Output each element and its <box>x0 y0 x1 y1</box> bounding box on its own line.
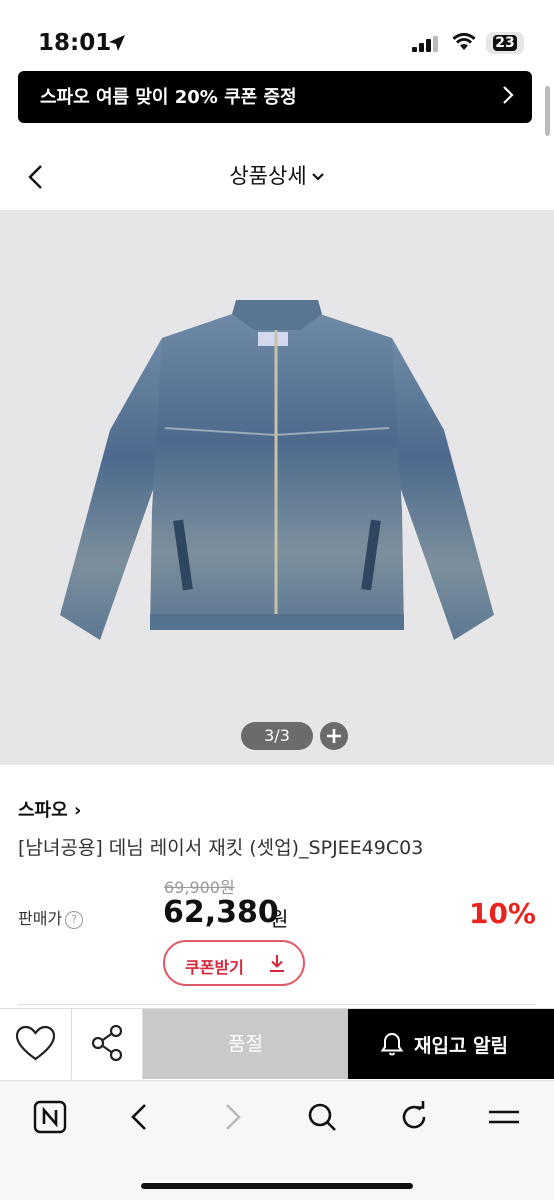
download-icon <box>270 955 284 972</box>
forward-arrow-icon[interactable] <box>214 1099 250 1135</box>
refresh-icon[interactable] <box>396 1099 432 1135</box>
back-arrow-icon[interactable] <box>122 1099 158 1135</box>
plus-icon <box>327 729 341 743</box>
home-indicator[interactable] <box>141 1183 413 1189</box>
browser-toolbar <box>0 1080 554 1151</box>
battery-level: 23 <box>493 35 517 51</box>
bell-icon <box>380 1032 404 1056</box>
page-title[interactable]: 상품상세 <box>0 160 554 190</box>
heart-icon <box>15 1025 56 1061</box>
wishlist-button[interactable] <box>0 1009 72 1079</box>
menu-icon[interactable] <box>486 1099 522 1135</box>
signal-icon <box>412 36 438 52</box>
divider <box>18 1004 536 1005</box>
search-icon[interactable] <box>304 1099 340 1135</box>
image-pager: 3/3 <box>241 722 313 750</box>
sale-price: 62,380 <box>163 895 279 930</box>
promo-banner-text: 스파오 여름 맞이 20% 쿠폰 증정 <box>40 87 297 108</box>
status-bar: 18:01 23 <box>0 0 554 70</box>
discount-rate: 10% <box>468 897 536 930</box>
status-time: 18:01 <box>38 30 112 56</box>
product-name: [남녀공용] 데님 레이서 재킷 (셋업)_SPJEE49C03 <box>18 837 424 859</box>
soldout-button[interactable]: 품절 <box>143 1009 348 1079</box>
restock-alert-button[interactable]: 재입고 알림 <box>348 1009 554 1079</box>
battery-icon: 23 <box>486 32 524 54</box>
scrollbar[interactable] <box>545 86 550 136</box>
brand-link[interactable]: 스파오 › <box>18 796 81 822</box>
price-label-row: 판매가? <box>18 905 84 929</box>
chevron-right-icon <box>503 86 514 104</box>
coupon-download-button[interactable]: 쿠폰받기 <box>163 940 305 986</box>
chevron-down-icon <box>311 173 324 181</box>
restock-alert-label: 재입고 알림 <box>414 1035 509 1057</box>
home-area <box>0 1150 554 1200</box>
denim-jacket-image <box>60 300 494 640</box>
question-icon[interactable]: ? <box>65 910 84 929</box>
page-title-text: 상품상세 <box>229 164 307 188</box>
expand-image-button[interactable] <box>320 722 348 750</box>
price-currency: 원 <box>270 907 289 931</box>
page-header: 상품상세 <box>0 140 554 210</box>
coupon-button-label: 쿠폰받기 <box>185 958 244 977</box>
product-image[interactable] <box>0 210 554 765</box>
price-label: 판매가 <box>18 909 63 928</box>
share-icon <box>91 1024 123 1062</box>
action-bar: 품절 재입고 알림 <box>0 1008 554 1079</box>
wifi-icon <box>452 33 476 50</box>
share-button[interactable] <box>72 1009 143 1079</box>
naver-icon[interactable] <box>32 1099 68 1135</box>
location-arrow-icon <box>109 35 125 51</box>
promo-banner[interactable]: 스파오 여름 맞이 20% 쿠폰 증정 <box>18 71 532 123</box>
